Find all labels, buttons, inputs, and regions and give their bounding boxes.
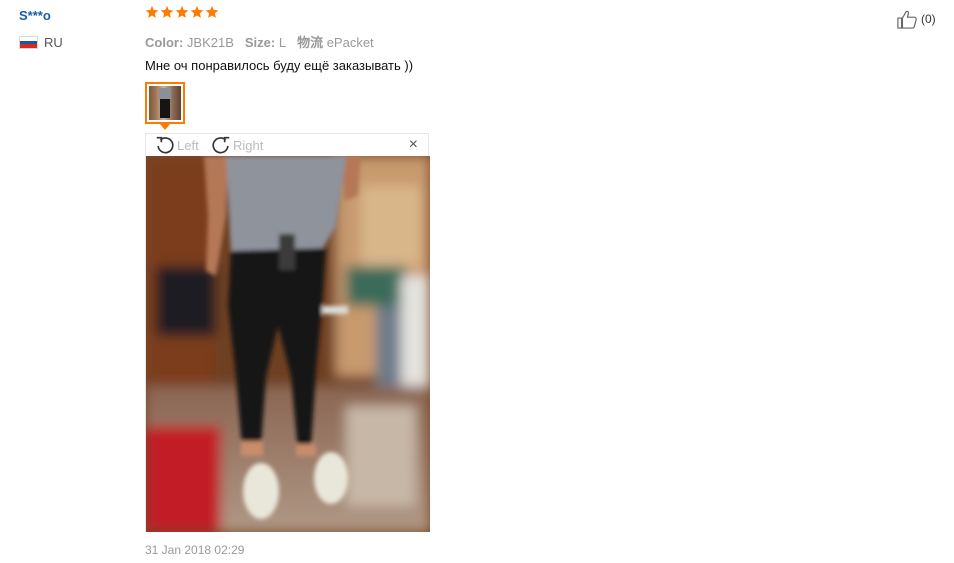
rotate-right-label: Right	[233, 137, 264, 153]
russia-flag-icon	[19, 36, 38, 49]
review-text: Мне оч понравилось буду ещё заказывать )…	[145, 58, 414, 73]
rotate-left-icon	[154, 134, 176, 156]
country-code: RU	[44, 35, 63, 50]
photo-thumbnail[interactable]	[145, 82, 185, 124]
reviewer-country: RU	[19, 35, 63, 50]
attribute-pair: Color: JBK21B	[145, 35, 234, 50]
attribute-value: L	[275, 35, 287, 50]
viewer-toolbar: Left Right ×	[146, 134, 428, 156]
thumbs-up-icon	[896, 9, 918, 29]
attribute-key: Size:	[244, 35, 276, 50]
like-button[interactable]: (0)	[896, 9, 936, 29]
star-icon	[205, 5, 219, 19]
review-photo	[146, 156, 430, 532]
star-icon	[190, 5, 204, 19]
review-date: 31 Jan 2018 02:29	[145, 543, 245, 557]
attribute-pair: Size: L	[245, 35, 286, 50]
attribute-value: JBK21B	[183, 35, 234, 50]
rotate-left-label: Left	[177, 137, 199, 153]
close-icon[interactable]: ×	[409, 137, 418, 153]
attribute-key: Color:	[145, 35, 184, 50]
rotate-right-icon	[210, 134, 232, 156]
star-icon	[145, 5, 159, 19]
star-icon	[160, 5, 174, 19]
attribute-value: ePacket	[323, 35, 374, 50]
star-icon	[175, 5, 189, 19]
image-viewer: Left Right ×	[145, 133, 430, 532]
rotate-right-button[interactable]: Right	[210, 134, 263, 156]
attribute-key: 物流	[297, 35, 324, 50]
reviewer-name[interactable]: S***o	[19, 8, 51, 23]
thumbnail-pointer	[160, 124, 170, 130]
like-count: (0)	[921, 12, 936, 26]
rotate-left-button[interactable]: Left	[154, 134, 199, 156]
rating-stars	[145, 5, 219, 19]
order-attributes: Color: JBK21B Size: L 物流 ePacket	[145, 32, 385, 51]
attribute-pair: 物流 ePacket	[297, 35, 374, 50]
